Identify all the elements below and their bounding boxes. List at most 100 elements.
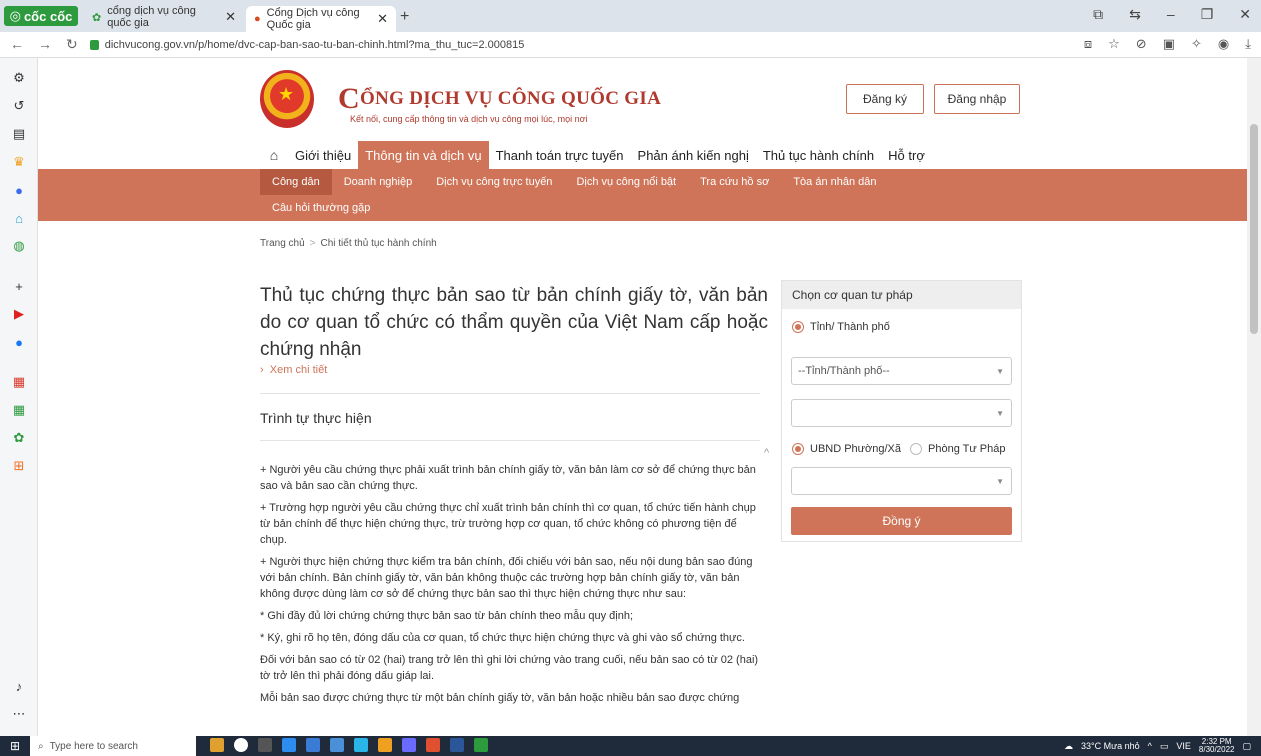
more-icon[interactable]: ⋯ bbox=[11, 706, 27, 722]
news-app-icon[interactable] bbox=[210, 738, 224, 752]
window-controls: ⧉ ⇆ – ❐ ✕ bbox=[1093, 6, 1251, 23]
nav-item-thong-tin-dich-vu[interactable]: Thông tin và dịch vụ bbox=[358, 141, 489, 169]
section-heading[interactable]: Trình tự thực hiện bbox=[260, 410, 372, 426]
windows-start-icon[interactable]: ⊞ bbox=[10, 739, 20, 753]
subnav-cong-dan[interactable]: Công dân bbox=[260, 169, 332, 195]
notes-icon[interactable]: ▤ bbox=[11, 126, 27, 142]
edge-icon[interactable] bbox=[354, 738, 368, 752]
new-tab-icon[interactable]: + bbox=[400, 8, 409, 26]
settings-icon[interactable]: ⚙ bbox=[11, 70, 27, 86]
breadcrumb-home[interactable]: Trang chủ bbox=[260, 238, 305, 249]
radio-ward[interactable]: UBND Phường/Xã bbox=[792, 443, 901, 455]
nav-item-thu-tuc[interactable]: Thủ tục hành chính bbox=[756, 141, 881, 169]
taskbar-apps bbox=[210, 738, 488, 752]
clock[interactable]: 2:32 PM 8/30/2022 bbox=[1199, 738, 1235, 754]
notification-bell-icon[interactable]: ♪ bbox=[11, 678, 27, 694]
weather-icon[interactable]: ☁ bbox=[1064, 741, 1073, 752]
mail-icon[interactable] bbox=[306, 738, 320, 752]
lunar-calendar-icon[interactable]: ▦ bbox=[11, 402, 27, 418]
store-icon[interactable] bbox=[402, 738, 416, 752]
taskbar-search[interactable]: ⌕ Type here to search bbox=[30, 736, 196, 756]
maximize-icon[interactable]: ❐ bbox=[1201, 6, 1214, 23]
subnav-dvc-noi-bat[interactable]: Dịch vụ công nổi bật bbox=[564, 169, 688, 195]
shield-icon[interactable]: ⊘ bbox=[1136, 36, 1147, 52]
sidebar-toggle-icon[interactable]: ⇆ bbox=[1129, 6, 1141, 23]
tab-search-icon[interactable]: ⧉ bbox=[1093, 6, 1103, 23]
app-icon[interactable]: ⌂ bbox=[11, 210, 27, 226]
weather-text[interactable]: 33°C Mưa nhỏ bbox=[1081, 741, 1140, 751]
history-icon[interactable]: ↺ bbox=[11, 98, 27, 114]
province-select[interactable]: --Tỉnh/Thành phố-- ▼ bbox=[791, 357, 1012, 385]
subnav-faq[interactable]: Câu hỏi thường gặp bbox=[260, 195, 382, 221]
subnav-tra-cuu[interactable]: Tra cứu hồ sơ bbox=[688, 169, 781, 195]
procedure-body: + Người yêu cầu chứng thực phải xuất trì… bbox=[260, 462, 760, 712]
shopping-icon[interactable]: ⊞ bbox=[11, 458, 27, 474]
notification-center-icon[interactable]: ▢ bbox=[1242, 741, 1251, 752]
login-button[interactable]: Đăng nhập bbox=[934, 84, 1020, 114]
task-view-icon[interactable] bbox=[258, 738, 272, 752]
youtube-icon[interactable]: ▶ bbox=[11, 306, 27, 322]
radio-province[interactable]: Tỉnh/ Thành phố bbox=[792, 321, 890, 333]
nav-item-gioi-thieu[interactable]: Giới thiệu bbox=[288, 141, 358, 169]
flower-icon[interactable]: ✿ bbox=[11, 430, 27, 446]
sub-nav: Công dân Doanh nghiệp Dịch vụ công trực … bbox=[38, 169, 1247, 221]
chevron-down-icon: ▼ bbox=[996, 408, 1004, 418]
download-icon[interactable]: ⤓ bbox=[1245, 36, 1251, 52]
subnav-dvc-truc-tuyen[interactable]: Dịch vụ công trực tuyến bbox=[424, 169, 564, 195]
scrollbar-thumb[interactable] bbox=[1250, 124, 1258, 334]
chrome-icon[interactable] bbox=[378, 738, 392, 752]
register-button[interactable]: Đăng ký bbox=[846, 84, 924, 114]
nav-item-ho-tro[interactable]: Hỗ trợ bbox=[881, 141, 932, 169]
coccoc-icon[interactable] bbox=[474, 738, 488, 752]
subnav-doanh-nghiep[interactable]: Doanh nghiệp bbox=[332, 169, 425, 195]
radio-selected-icon[interactable] bbox=[792, 443, 804, 455]
url-field[interactable]: dichvucong.gov.vn/p/home/dvc-cap-ban-sao… bbox=[89, 39, 524, 51]
page-scrollbar[interactable] bbox=[1247, 58, 1261, 736]
browser-brand-logo[interactable]: ◎ cốc cốc bbox=[4, 6, 78, 26]
cortana-icon[interactable] bbox=[234, 738, 248, 752]
site-title[interactable]: CỔNG DỊCH VỤ CÔNG QUỐC GIA bbox=[338, 78, 661, 115]
back-icon[interactable]: ← bbox=[10, 36, 24, 53]
download-saver-icon[interactable]: ▣ bbox=[1163, 36, 1175, 52]
file-explorer-icon[interactable] bbox=[330, 738, 344, 752]
breadcrumb: Trang chủ > Chi tiết thủ tục hành chính bbox=[260, 238, 437, 249]
add-icon[interactable]: + bbox=[11, 278, 27, 294]
close-tab-icon[interactable]: ✕ bbox=[377, 11, 388, 27]
reload-icon[interactable]: ↻ bbox=[66, 36, 78, 53]
nav-item-thanh-toan[interactable]: Thanh toán trực tuyến bbox=[489, 141, 631, 169]
calendar-icon[interactable]: ▦ bbox=[11, 374, 27, 390]
ward-select[interactable]: ▼ bbox=[791, 467, 1012, 495]
district-select[interactable]: ▼ bbox=[791, 399, 1012, 427]
bookmark-star-icon[interactable]: ☆ bbox=[1108, 36, 1120, 52]
language-indicator[interactable]: VIE bbox=[1176, 741, 1191, 751]
forward-icon[interactable]: → bbox=[38, 36, 52, 53]
crown-icon[interactable]: ♛ bbox=[11, 154, 27, 170]
zoom-icon[interactable] bbox=[282, 738, 296, 752]
radio-selected-icon[interactable] bbox=[792, 321, 804, 333]
subnav-toa-an[interactable]: Tòa án nhân dân bbox=[781, 169, 888, 195]
profile-icon[interactable]: ◉ bbox=[1218, 36, 1229, 52]
nav-item-phan-anh[interactable]: Phản ánh kiến nghị bbox=[631, 141, 756, 169]
word-icon[interactable] bbox=[450, 738, 464, 752]
radio-unselected-icon[interactable] bbox=[910, 443, 922, 455]
paragraph: + Người yêu cầu chứng thực phải xuất trì… bbox=[260, 464, 756, 492]
tab-2[interactable]: ● Cổng Dịch vụ công Quốc gia ✕ bbox=[246, 6, 396, 32]
firefox-icon[interactable] bbox=[426, 738, 440, 752]
translate-icon[interactable]: ⧈ bbox=[1084, 36, 1092, 52]
submit-button[interactable]: Đồng ý bbox=[791, 507, 1012, 535]
collapse-chevron-icon[interactable]: ^ bbox=[764, 447, 769, 459]
close-tab-icon[interactable]: ✕ bbox=[225, 9, 236, 25]
national-emblem-icon[interactable]: ★ bbox=[260, 70, 314, 128]
messenger-icon[interactable]: ● bbox=[11, 182, 27, 198]
chevron-up-icon[interactable]: ^ bbox=[1148, 741, 1152, 751]
home-icon[interactable]: ⌂ bbox=[260, 147, 288, 163]
minimize-icon[interactable]: – bbox=[1167, 6, 1175, 23]
network-icon[interactable]: ▭ bbox=[1160, 741, 1169, 752]
game-icon[interactable]: ◍ bbox=[11, 238, 27, 254]
tab-1[interactable]: ✿ cổng dịch vụ công quốc gia ✕ bbox=[84, 5, 244, 29]
extensions-icon[interactable]: ✧ bbox=[1191, 36, 1202, 52]
facebook-icon[interactable]: ● bbox=[11, 334, 27, 350]
view-details-link[interactable]: › Xem chi tiết bbox=[260, 364, 327, 376]
close-window-icon[interactable]: ✕ bbox=[1239, 6, 1251, 23]
radio-justice-office[interactable]: Phòng Tư Pháp bbox=[910, 443, 1006, 455]
